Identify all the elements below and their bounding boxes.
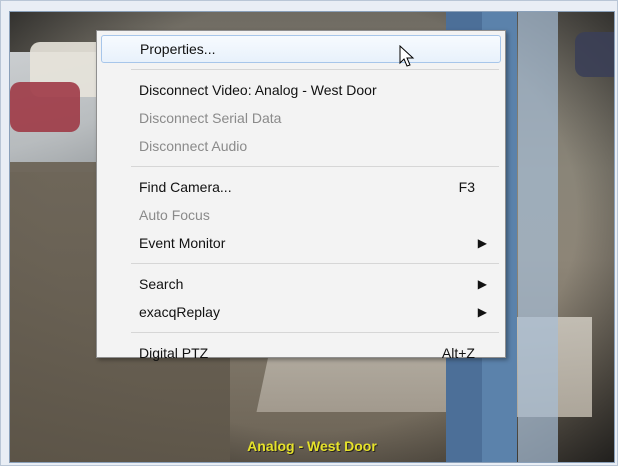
menu-item-shortcut: Alt+Z (441, 345, 475, 361)
menu-item-label: Find Camera... (139, 179, 232, 195)
menu-item-label: Properties... (140, 41, 216, 57)
video-red-car (10, 82, 80, 132)
context-menu-items: Properties... Disconnect Video: Analog -… (97, 31, 505, 361)
chevron-right-icon: ▶ (477, 236, 487, 250)
menu-separator (131, 69, 499, 70)
chevron-right-icon: ▶ (477, 277, 487, 291)
menu-item-shortcut: F3 (458, 179, 475, 195)
menu-item-label: Event Monitor (139, 235, 226, 251)
menu-item-properties[interactable]: Properties... (101, 35, 501, 63)
chevron-right-icon: ▶ (477, 305, 487, 319)
menu-separator (131, 332, 499, 333)
camera-context-menu: Properties... Disconnect Video: Analog -… (96, 30, 506, 361)
menu-item-label: Disconnect Video: Analog - West Door (139, 82, 377, 98)
menu-item-label: Auto Focus (139, 207, 210, 223)
menu-item-auto-focus: Auto Focus (101, 201, 501, 229)
menu-item-label: Search (139, 276, 184, 292)
video-dark-car (575, 32, 614, 77)
menu-separator (131, 263, 499, 264)
menu-item-label: exacqReplay (139, 304, 220, 320)
menu-item-search[interactable]: Search ▶ (101, 270, 501, 298)
mouse-pointer-icon (399, 45, 415, 67)
menu-item-digital-ptz[interactable]: Digital PTZ Alt+Z (101, 339, 501, 367)
menu-item-disconnect-serial-data: Disconnect Serial Data (101, 104, 501, 132)
menu-item-label: Disconnect Serial Data (139, 110, 282, 126)
menu-item-disconnect-video[interactable]: Disconnect Video: Analog - West Door (101, 76, 501, 104)
menu-separator (131, 166, 499, 167)
video-building-window (518, 12, 558, 462)
menu-item-event-monitor[interactable]: Event Monitor ▶ (101, 229, 501, 257)
camera-overlay-label: Analog - West Door (247, 438, 377, 454)
menu-item-label: Disconnect Audio (139, 138, 248, 154)
menu-item-find-camera[interactable]: Find Camera... F3 (101, 173, 501, 201)
menu-item-disconnect-audio: Disconnect Audio (101, 132, 501, 160)
menu-item-exacqreplay[interactable]: exacqReplay ▶ (101, 298, 501, 326)
menu-item-label: Digital PTZ (139, 345, 209, 361)
window-frame: Analog - West Door Properties... Disconn… (0, 0, 618, 466)
